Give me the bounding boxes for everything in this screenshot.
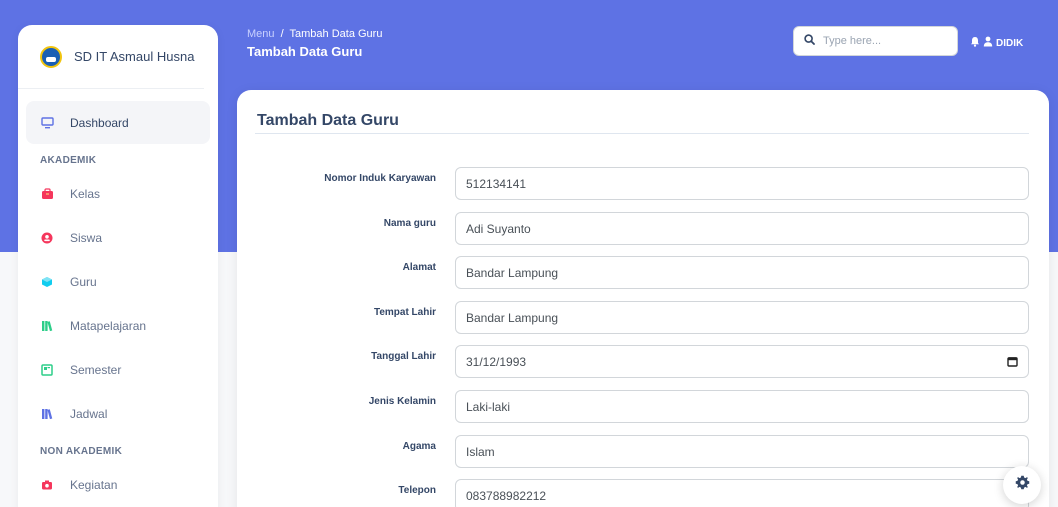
user-icon[interactable]: [983, 36, 996, 50]
search-box[interactable]: [793, 26, 958, 56]
divider: [255, 133, 1029, 134]
brand[interactable]: SD IT Asmaul Husna: [18, 25, 204, 89]
nik-input[interactable]: 512134141: [455, 167, 1029, 200]
sidebar-item-label: Kelas: [70, 186, 101, 201]
field-row-agama: Agama Islam: [237, 435, 1049, 468]
field-row-telepon: Telepon 083788982212: [237, 479, 1049, 507]
card-title: Tambah Data Guru: [257, 112, 399, 129]
telepon-input[interactable]: 083788982212: [455, 479, 1029, 507]
section-akademik: AKADEMIK: [40, 155, 97, 166]
tempat-lahir-input[interactable]: Bandar Lampung: [455, 301, 1029, 334]
page-title: Tambah Data Guru: [247, 44, 363, 59]
field-row-nik: Nomor Induk Karyawan 512134141: [237, 167, 1049, 200]
sidebar-item-label: Guru: [70, 274, 97, 289]
search-icon: [804, 32, 815, 50]
sidebar-item-label: Siswa: [70, 230, 103, 245]
field-label: Alamat: [402, 262, 436, 273]
field-row-nama: Nama guru Adi Suyanto: [237, 212, 1049, 245]
gear-icon: [1015, 475, 1030, 495]
calendar-icon[interactable]: [1007, 356, 1018, 370]
cube-icon: [40, 275, 54, 289]
sidebar-item-label: Dashboard: [70, 115, 129, 130]
sidebar-item-dashboard[interactable]: Dashboard: [26, 101, 210, 144]
sidebar-item-jadwal[interactable]: Jadwal: [26, 392, 210, 435]
sidebar-item-label: Kegiatan: [70, 477, 118, 492]
sidebar: SD IT Asmaul Husna Dashboard AKADEMIK Ke…: [18, 25, 218, 507]
books-icon: [40, 407, 54, 421]
agama-input[interactable]: Islam: [455, 435, 1029, 468]
field-row-tanggal-lahir: Tanggal Lahir 31/12/1993: [237, 345, 1049, 378]
sidebar-item-label: Matapelajaran: [70, 318, 147, 333]
sidebar-item-kelas[interactable]: Kelas: [26, 172, 210, 215]
monitor-icon: [40, 116, 54, 130]
user-circle-icon: [40, 231, 54, 245]
user-area: DIDIK: [970, 36, 1023, 50]
breadcrumb-separator: /: [280, 28, 284, 40]
sidebar-nav: Dashboard AKADEMIK Kelas Siswa Guru Mata…: [18, 89, 218, 506]
bell-icon[interactable]: [970, 36, 983, 50]
bag-icon: [40, 187, 54, 201]
sidebar-item-label: Jadwal: [70, 406, 108, 421]
nama-guru-input[interactable]: Adi Suyanto: [455, 212, 1029, 245]
camera-icon: [40, 478, 54, 492]
field-label: Tempat Lahir: [373, 307, 436, 318]
sidebar-item-kegiatan[interactable]: Kegiatan: [26, 463, 210, 506]
breadcrumb-current: Tambah Data Guru: [289, 28, 383, 40]
field-label: Telepon: [398, 485, 436, 496]
breadcrumb-root[interactable]: Menu: [247, 28, 275, 40]
field-label: Nomor Induk Karyawan: [324, 173, 436, 184]
search-input[interactable]: [823, 35, 943, 47]
form-card: Tambah Data Guru Nomor Induk Karyawan 51…: [237, 90, 1049, 507]
breadcrumb: Menu / Tambah Data Guru: [247, 28, 382, 40]
field-label: Tanggal Lahir: [371, 351, 436, 362]
field-label: Nama guru: [383, 218, 436, 229]
date-value: 31/12/1993: [466, 354, 527, 369]
sidebar-item-label: Semester: [70, 362, 122, 377]
field-label: Agama: [402, 441, 436, 452]
user-name[interactable]: DIDIK: [996, 38, 1023, 49]
alamat-input[interactable]: Bandar Lampung: [455, 256, 1029, 289]
field-row-alamat: Alamat Bandar Lampung: [237, 256, 1049, 289]
field-row-jenis-kelamin: Jenis Kelamin Laki-laki: [237, 390, 1049, 423]
sidebar-item-semester[interactable]: Semester: [26, 348, 210, 391]
field-label: Jenis Kelamin: [368, 396, 436, 407]
section-non-akademik: NON AKADEMIK: [40, 446, 123, 457]
sidebar-item-matapelajaran[interactable]: Matapelajaran: [26, 304, 210, 347]
calendar-board-icon: [40, 363, 54, 377]
jenis-kelamin-input[interactable]: Laki-laki: [455, 390, 1029, 423]
sidebar-item-siswa[interactable]: Siswa: [26, 216, 210, 259]
school-logo-icon: [40, 45, 62, 68]
brand-name: SD IT Asmaul Husna: [74, 49, 195, 64]
field-row-tempat-lahir: Tempat Lahir Bandar Lampung: [237, 301, 1049, 334]
settings-button[interactable]: [1003, 466, 1041, 504]
tanggal-lahir-input[interactable]: 31/12/1993: [455, 345, 1029, 378]
books-icon: [40, 319, 54, 333]
sidebar-item-guru[interactable]: Guru: [26, 260, 210, 303]
